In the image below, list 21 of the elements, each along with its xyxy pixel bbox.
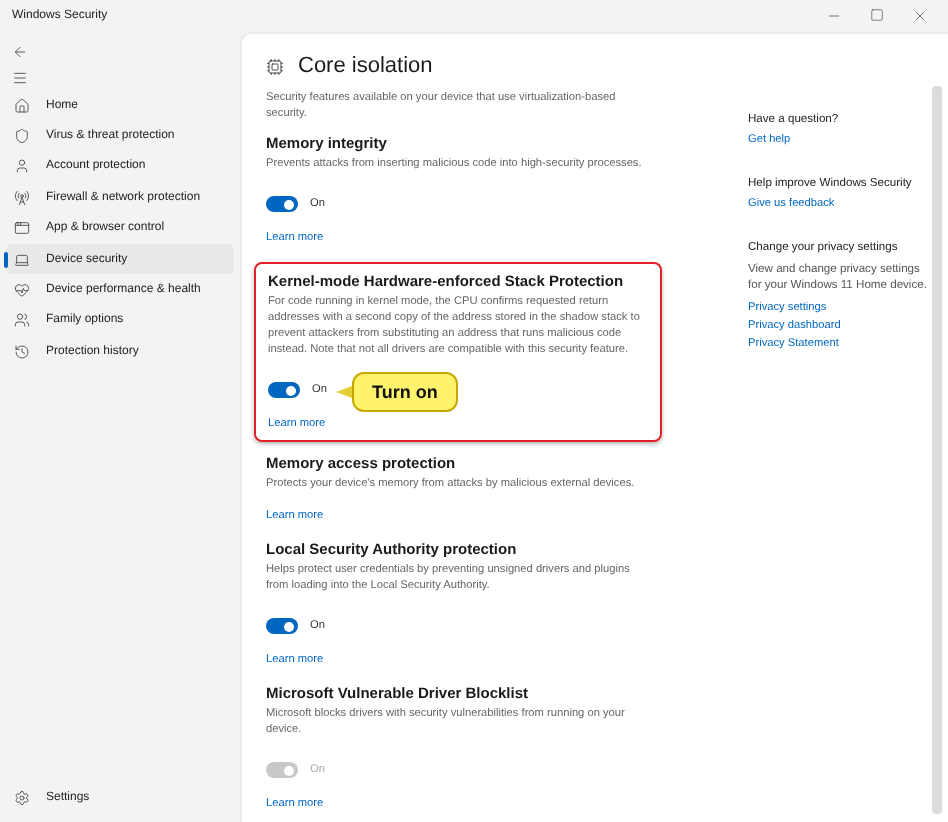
callout: Turn on <box>352 372 458 412</box>
laptop-icon <box>14 251 30 268</box>
chip-icon <box>266 57 284 75</box>
toggle-switch[interactable] <box>268 382 300 398</box>
toggle-switch[interactable] <box>266 196 298 212</box>
menu-icon[interactable] <box>12 69 28 85</box>
settings-icon <box>14 790 30 807</box>
page-title: Core isolation <box>298 54 433 78</box>
people-icon <box>14 312 30 329</box>
person-icon <box>14 158 30 175</box>
shield-icon <box>14 128 30 145</box>
callout-pointer-icon <box>336 384 352 400</box>
back-icon[interactable] <box>12 43 28 59</box>
toggle-switch[interactable] <box>266 618 298 634</box>
maximize-icon[interactable] <box>870 8 884 22</box>
history-icon <box>14 343 30 360</box>
heart-pulse-icon <box>14 282 30 299</box>
home-icon <box>14 97 30 114</box>
close-icon[interactable] <box>912 8 928 24</box>
antenna-icon <box>14 189 30 206</box>
window-icon <box>14 220 30 237</box>
